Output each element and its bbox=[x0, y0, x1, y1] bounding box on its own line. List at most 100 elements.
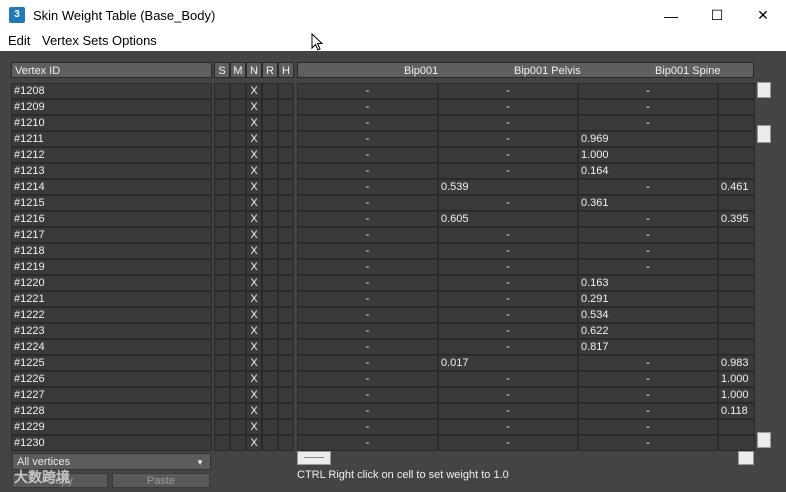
flag-cell[interactable] bbox=[262, 131, 278, 147]
weight-cell[interactable]: - bbox=[297, 179, 438, 195]
flag-cell[interactable]: X bbox=[246, 355, 262, 371]
weight-cell[interactable]: 0.983 bbox=[718, 355, 755, 371]
weight-cell[interactable]: - bbox=[438, 227, 578, 243]
weight-cell[interactable]: - bbox=[297, 83, 438, 99]
flag-cell[interactable] bbox=[262, 403, 278, 419]
flag-cell[interactable] bbox=[262, 387, 278, 403]
flag-cell[interactable] bbox=[214, 227, 230, 243]
flag-cell[interactable] bbox=[262, 211, 278, 227]
weight-cell[interactable]: 0.361 bbox=[578, 195, 718, 211]
flag-cell[interactable] bbox=[278, 403, 294, 419]
weight-cell[interactable]: - bbox=[578, 179, 718, 195]
weight-cell[interactable] bbox=[718, 83, 755, 99]
flag-cell[interactable] bbox=[278, 435, 294, 451]
flag-header-m[interactable]: M bbox=[230, 62, 246, 78]
flag-cell[interactable] bbox=[262, 371, 278, 387]
flag-cell[interactable] bbox=[230, 403, 246, 419]
table-row[interactable]: #1211 X - -0.969 bbox=[0, 131, 786, 147]
flag-cell[interactable] bbox=[230, 291, 246, 307]
table-row[interactable]: #1219 X - - - bbox=[0, 259, 786, 275]
flag-cell[interactable]: X bbox=[246, 83, 262, 99]
scroll-up-box[interactable] bbox=[757, 82, 771, 98]
flag-cell[interactable] bbox=[214, 307, 230, 323]
weight-cell[interactable]: - bbox=[438, 195, 578, 211]
flag-cell[interactable]: X bbox=[246, 339, 262, 355]
weight-cell[interactable]: - bbox=[297, 419, 438, 435]
vertex-id-header[interactable]: Vertex ID bbox=[11, 62, 212, 78]
flag-cell[interactable] bbox=[262, 259, 278, 275]
flag-cell[interactable] bbox=[214, 147, 230, 163]
flag-cell[interactable] bbox=[214, 131, 230, 147]
flag-cell[interactable] bbox=[230, 147, 246, 163]
flag-cell[interactable] bbox=[214, 371, 230, 387]
vertex-id-cell[interactable]: #1217 bbox=[11, 227, 212, 243]
weight-cell[interactable] bbox=[718, 195, 755, 211]
flag-cell[interactable] bbox=[262, 195, 278, 211]
flag-cell[interactable] bbox=[230, 339, 246, 355]
flag-cell[interactable] bbox=[278, 291, 294, 307]
flag-cell[interactable] bbox=[230, 307, 246, 323]
close-button[interactable]: ✕ bbox=[740, 0, 786, 31]
flag-cell[interactable] bbox=[278, 275, 294, 291]
flag-cell[interactable] bbox=[278, 131, 294, 147]
flag-cell[interactable] bbox=[278, 259, 294, 275]
weight-cell[interactable]: 0.118 bbox=[718, 403, 755, 419]
weight-cell[interactable]: - bbox=[438, 307, 578, 323]
weight-cell[interactable] bbox=[718, 323, 755, 339]
flag-cell[interactable]: X bbox=[246, 131, 262, 147]
vertex-id-cell[interactable]: #1213 bbox=[11, 163, 212, 179]
weight-cell[interactable]: - bbox=[578, 419, 718, 435]
flag-cell[interactable]: X bbox=[246, 419, 262, 435]
flag-cell[interactable] bbox=[214, 163, 230, 179]
flag-cell[interactable]: X bbox=[246, 227, 262, 243]
flag-cell[interactable] bbox=[262, 435, 278, 451]
weight-cell[interactable]: 1.000 bbox=[578, 147, 718, 163]
vertex-id-cell[interactable]: #1211 bbox=[11, 131, 212, 147]
vertex-id-cell[interactable]: #1219 bbox=[11, 259, 212, 275]
weight-cell[interactable]: - bbox=[438, 419, 578, 435]
flag-cell[interactable] bbox=[214, 291, 230, 307]
flag-cell[interactable]: X bbox=[246, 275, 262, 291]
paste-button[interactable]: Paste bbox=[112, 473, 210, 488]
vertex-id-cell[interactable]: #1218 bbox=[11, 243, 212, 259]
flag-cell[interactable] bbox=[278, 307, 294, 323]
weight-cell[interactable]: - bbox=[297, 243, 438, 259]
vertex-id-cell[interactable]: #1214 bbox=[11, 179, 212, 195]
table-row[interactable]: #1225 X -0.017-0.983 bbox=[0, 355, 786, 371]
weight-cell[interactable]: - bbox=[297, 387, 438, 403]
weight-cell[interactable]: - bbox=[297, 307, 438, 323]
vertex-id-cell[interactable]: #1210 bbox=[11, 115, 212, 131]
flag-cell[interactable] bbox=[262, 419, 278, 435]
flag-cell[interactable] bbox=[278, 339, 294, 355]
flag-cell[interactable] bbox=[230, 179, 246, 195]
flag-cell[interactable] bbox=[278, 83, 294, 99]
weight-cell[interactable]: - bbox=[438, 403, 578, 419]
flag-cell[interactable] bbox=[214, 275, 230, 291]
weight-cell[interactable]: - bbox=[578, 387, 718, 403]
weight-cell[interactable]: - bbox=[438, 83, 578, 99]
table-row[interactable]: #1230 X - - - bbox=[0, 435, 786, 451]
flag-cell[interactable] bbox=[262, 291, 278, 307]
weight-cell[interactable] bbox=[718, 131, 755, 147]
weight-cell[interactable]: - bbox=[297, 211, 438, 227]
weight-cell[interactable]: - bbox=[438, 115, 578, 131]
flag-cell[interactable]: X bbox=[246, 211, 262, 227]
table-row[interactable]: #1213 X - -0.164 bbox=[0, 163, 786, 179]
weight-cell[interactable] bbox=[718, 307, 755, 323]
weight-cell[interactable]: - bbox=[578, 403, 718, 419]
weight-cell[interactable]: - bbox=[578, 211, 718, 227]
flag-cell[interactable] bbox=[214, 179, 230, 195]
flag-cell[interactable] bbox=[230, 435, 246, 451]
flag-cell[interactable] bbox=[214, 323, 230, 339]
weight-cell[interactable]: - bbox=[578, 115, 718, 131]
table-row[interactable]: #1228 X - - -0.118 bbox=[0, 403, 786, 419]
weight-cell[interactable]: - bbox=[438, 339, 578, 355]
flag-cell[interactable] bbox=[278, 179, 294, 195]
weight-cell[interactable]: 0.969 bbox=[578, 131, 718, 147]
flag-cell[interactable] bbox=[278, 227, 294, 243]
flag-cell[interactable] bbox=[278, 323, 294, 339]
weight-cell[interactable]: - bbox=[297, 323, 438, 339]
weight-cell[interactable]: 0.539 bbox=[438, 179, 578, 195]
weight-cell[interactable]: 0.291 bbox=[578, 291, 718, 307]
flag-cell[interactable] bbox=[230, 163, 246, 179]
